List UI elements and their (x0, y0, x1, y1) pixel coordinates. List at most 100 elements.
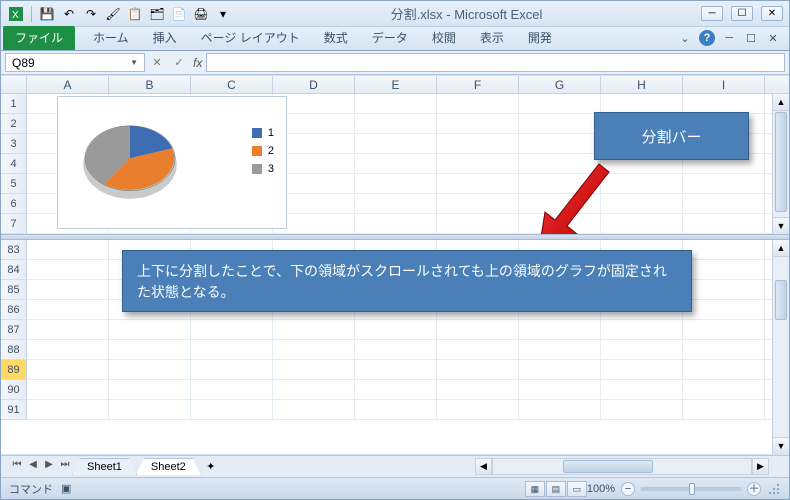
cell[interactable] (355, 380, 437, 399)
cell[interactable] (355, 360, 437, 379)
cell[interactable] (191, 320, 273, 339)
view-page-layout-icon[interactable]: ▤ (546, 481, 566, 497)
cell[interactable] (601, 360, 683, 379)
cell[interactable] (437, 154, 519, 173)
cell[interactable] (27, 340, 109, 359)
ribbon-collapse-icon[interactable]: ⌄ (677, 30, 693, 46)
doc-close-icon[interactable]: ✕ (765, 30, 781, 46)
cell[interactable] (191, 380, 273, 399)
row-header[interactable]: 6 (1, 194, 27, 214)
cell[interactable] (273, 320, 355, 339)
cell[interactable] (355, 174, 437, 193)
cell[interactable] (27, 360, 109, 379)
row-header[interactable]: 7 (1, 214, 27, 234)
redo-icon[interactable]: ↷ (82, 5, 100, 23)
select-all-corner[interactable] (1, 76, 27, 93)
zoom-handle[interactable] (689, 483, 695, 495)
hscroll-right-icon[interactable]: ▶ (752, 458, 769, 475)
col-header[interactable]: E (355, 76, 437, 93)
qat-extra5-icon[interactable]: 🖨 (192, 5, 210, 23)
col-header[interactable]: I (683, 76, 765, 93)
row-header[interactable]: 3 (1, 134, 27, 154)
cell[interactable] (683, 260, 765, 279)
cell[interactable] (683, 280, 765, 299)
cell[interactable] (683, 94, 765, 113)
file-tab[interactable]: ファイル (3, 26, 75, 50)
view-normal-icon[interactable]: ▦ (525, 481, 545, 497)
row-header[interactable]: 90 (1, 380, 27, 400)
macro-record-icon[interactable]: ▣ (61, 482, 71, 495)
cell[interactable] (437, 214, 519, 233)
cell[interactable] (683, 360, 765, 379)
doc-restore-icon[interactable]: ☐ (743, 30, 759, 46)
minimize-button[interactable]: ─ (701, 6, 723, 21)
cell[interactable] (683, 380, 765, 399)
cell[interactable] (683, 320, 765, 339)
cell[interactable] (683, 174, 765, 193)
cell[interactable] (273, 400, 355, 419)
hscroll-track[interactable] (492, 458, 752, 475)
maximize-button[interactable]: ☐ (731, 6, 753, 21)
zoom-in-button[interactable]: ＋ (747, 482, 761, 496)
tab-nav-prev-icon[interactable]: ◀ (25, 459, 41, 475)
cell[interactable] (601, 340, 683, 359)
cell[interactable] (601, 380, 683, 399)
tab-nav-last-icon[interactable]: ⏭ (57, 459, 73, 475)
cell[interactable] (191, 340, 273, 359)
zoom-level[interactable]: 100% (587, 483, 615, 495)
col-header[interactable]: C (191, 76, 273, 93)
cell[interactable] (519, 114, 601, 133)
row-header[interactable]: 84 (1, 260, 27, 280)
tab-review[interactable]: 校閲 (420, 26, 468, 50)
vscroll-bottom[interactable]: ▲ ▼ (772, 240, 789, 454)
undo-icon[interactable]: ↶ (60, 5, 78, 23)
cell[interactable] (27, 320, 109, 339)
cell[interactable] (683, 300, 765, 319)
name-box-dropdown-icon[interactable]: ▼ (130, 58, 138, 67)
row-header[interactable]: 88 (1, 340, 27, 360)
formula-input[interactable] (206, 53, 785, 72)
help-icon[interactable]: ? (699, 30, 715, 46)
tab-nav-next-icon[interactable]: ▶ (41, 459, 57, 475)
qat-extra1-icon[interactable]: 🖌 (104, 5, 122, 23)
row-header[interactable]: 91 (1, 400, 27, 420)
cell[interactable] (355, 134, 437, 153)
cell[interactable] (109, 340, 191, 359)
cell[interactable] (519, 340, 601, 359)
tab-view[interactable]: 表示 (468, 26, 516, 50)
cell[interactable] (355, 340, 437, 359)
cell[interactable] (683, 194, 765, 213)
cell[interactable] (437, 400, 519, 419)
cell[interactable] (109, 380, 191, 399)
tab-page-layout[interactable]: ページ レイアウト (189, 26, 312, 50)
cell[interactable] (355, 400, 437, 419)
cell[interactable] (519, 94, 601, 113)
cell[interactable] (519, 380, 601, 399)
tab-data[interactable]: データ (360, 26, 420, 50)
cell[interactable] (437, 174, 519, 193)
cell[interactable] (27, 260, 109, 279)
cell[interactable] (437, 380, 519, 399)
cell[interactable] (437, 94, 519, 113)
cell[interactable] (683, 340, 765, 359)
qat-extra2-icon[interactable]: 📋 (126, 5, 144, 23)
zoom-slider[interactable] (641, 487, 741, 491)
cell[interactable] (683, 240, 765, 259)
cell[interactable] (355, 94, 437, 113)
view-page-break-icon[interactable]: ▭ (567, 481, 587, 497)
qat-extra3-icon[interactable]: 🗂 (148, 5, 166, 23)
qat-extra4-icon[interactable]: 📄 (170, 5, 188, 23)
doc-minimize-icon[interactable]: ─ (721, 30, 737, 46)
hscroll-thumb[interactable] (563, 460, 653, 473)
cell[interactable] (27, 380, 109, 399)
vscroll-thumb[interactable] (775, 280, 787, 320)
tab-nav-first-icon[interactable]: ⏮ (9, 459, 25, 475)
row-header[interactable]: 2 (1, 114, 27, 134)
row-header[interactable]: 87 (1, 320, 27, 340)
scroll-up-icon[interactable]: ▲ (773, 240, 789, 257)
cell[interactable] (27, 280, 109, 299)
cell[interactable] (437, 360, 519, 379)
cell[interactable] (191, 400, 273, 419)
cell[interactable] (109, 320, 191, 339)
row-header[interactable]: 5 (1, 174, 27, 194)
